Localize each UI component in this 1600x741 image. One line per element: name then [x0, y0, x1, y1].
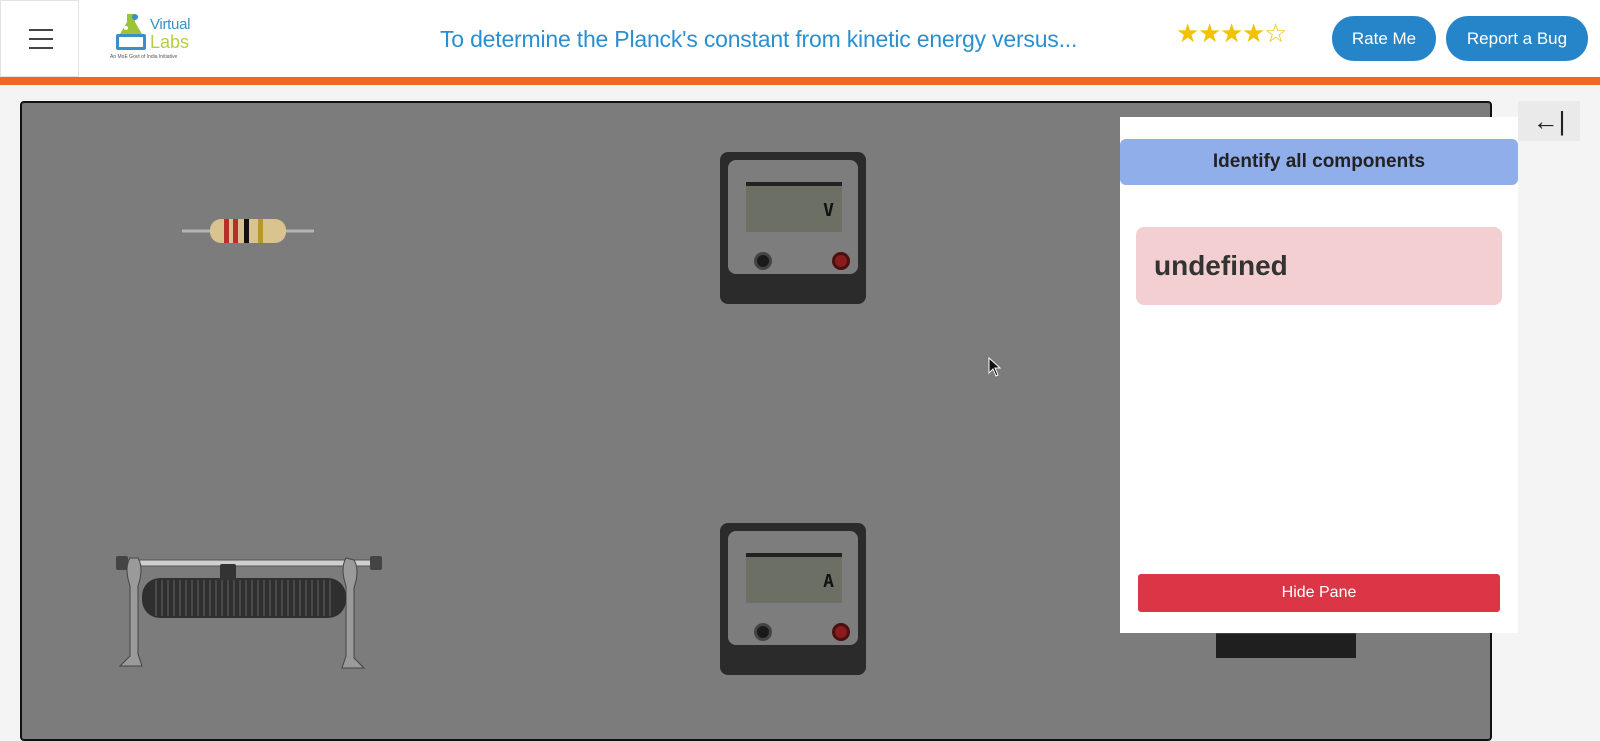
hamburger-line [29, 29, 53, 31]
collapse-pane-button[interactable]: ←| [1518, 101, 1580, 141]
voltmeter-positive-terminal[interactable] [832, 252, 850, 270]
star-filled-icon[interactable]: ★ [1242, 20, 1265, 46]
ammeter-negative-terminal[interactable] [754, 623, 772, 641]
ammeter-positive-terminal[interactable] [832, 623, 850, 641]
mouse-cursor-icon [988, 357, 1002, 377]
top-header: Virtual Labs An MoE Govt of India Initia… [0, 0, 1600, 77]
instruction-pane: Identify all components undefined Hide P… [1120, 117, 1518, 633]
logo-text-labs: Labs [150, 32, 190, 52]
voltmeter-negative-terminal[interactable] [754, 252, 772, 270]
hamburger-line [29, 38, 53, 40]
report-bug-button[interactable]: Report a Bug [1446, 16, 1588, 61]
voltmeter-component[interactable]: V [720, 152, 866, 304]
logo-text-virtual: Virtual [150, 16, 191, 33]
star-filled-icon[interactable]: ★ [1198, 20, 1221, 46]
star-rating[interactable]: ★★★★☆ [1176, 20, 1287, 46]
ammeter-display: A [746, 553, 842, 603]
hide-pane-button[interactable]: Hide Pane [1138, 574, 1500, 612]
rate-me-button[interactable]: Rate Me [1332, 16, 1436, 61]
experiment-title: To determine the Planck's constant from … [440, 26, 1078, 52]
star-filled-icon[interactable]: ★ [1176, 20, 1199, 46]
logo-tagline: An MoE Govt of India Initiative [110, 54, 178, 60]
resistor-component[interactable] [182, 215, 314, 247]
pane-message: undefined [1136, 227, 1502, 305]
flask-icon [116, 14, 146, 50]
star-empty-icon[interactable]: ☆ [1264, 20, 1287, 46]
voltmeter-face: V [728, 160, 858, 274]
hamburger-menu-button[interactable] [0, 0, 79, 77]
voltmeter-label: V [823, 200, 834, 221]
header-accent-bar [0, 77, 1600, 85]
star-filled-icon[interactable]: ★ [1220, 20, 1243, 46]
pane-title: Identify all components [1120, 139, 1518, 185]
ammeter-face: A [728, 531, 858, 645]
collapse-arrow-icon: ←| [1532, 105, 1566, 136]
ammeter-component[interactable]: A [720, 523, 866, 675]
rheostat-component[interactable] [116, 552, 398, 670]
voltmeter-display: V [746, 182, 842, 232]
hamburger-line [29, 47, 53, 49]
virtual-labs-logo[interactable]: Virtual Labs An MoE Govt of India Initia… [108, 10, 203, 64]
partial-device-component[interactable] [1216, 631, 1356, 658]
ammeter-label: A [823, 571, 834, 592]
